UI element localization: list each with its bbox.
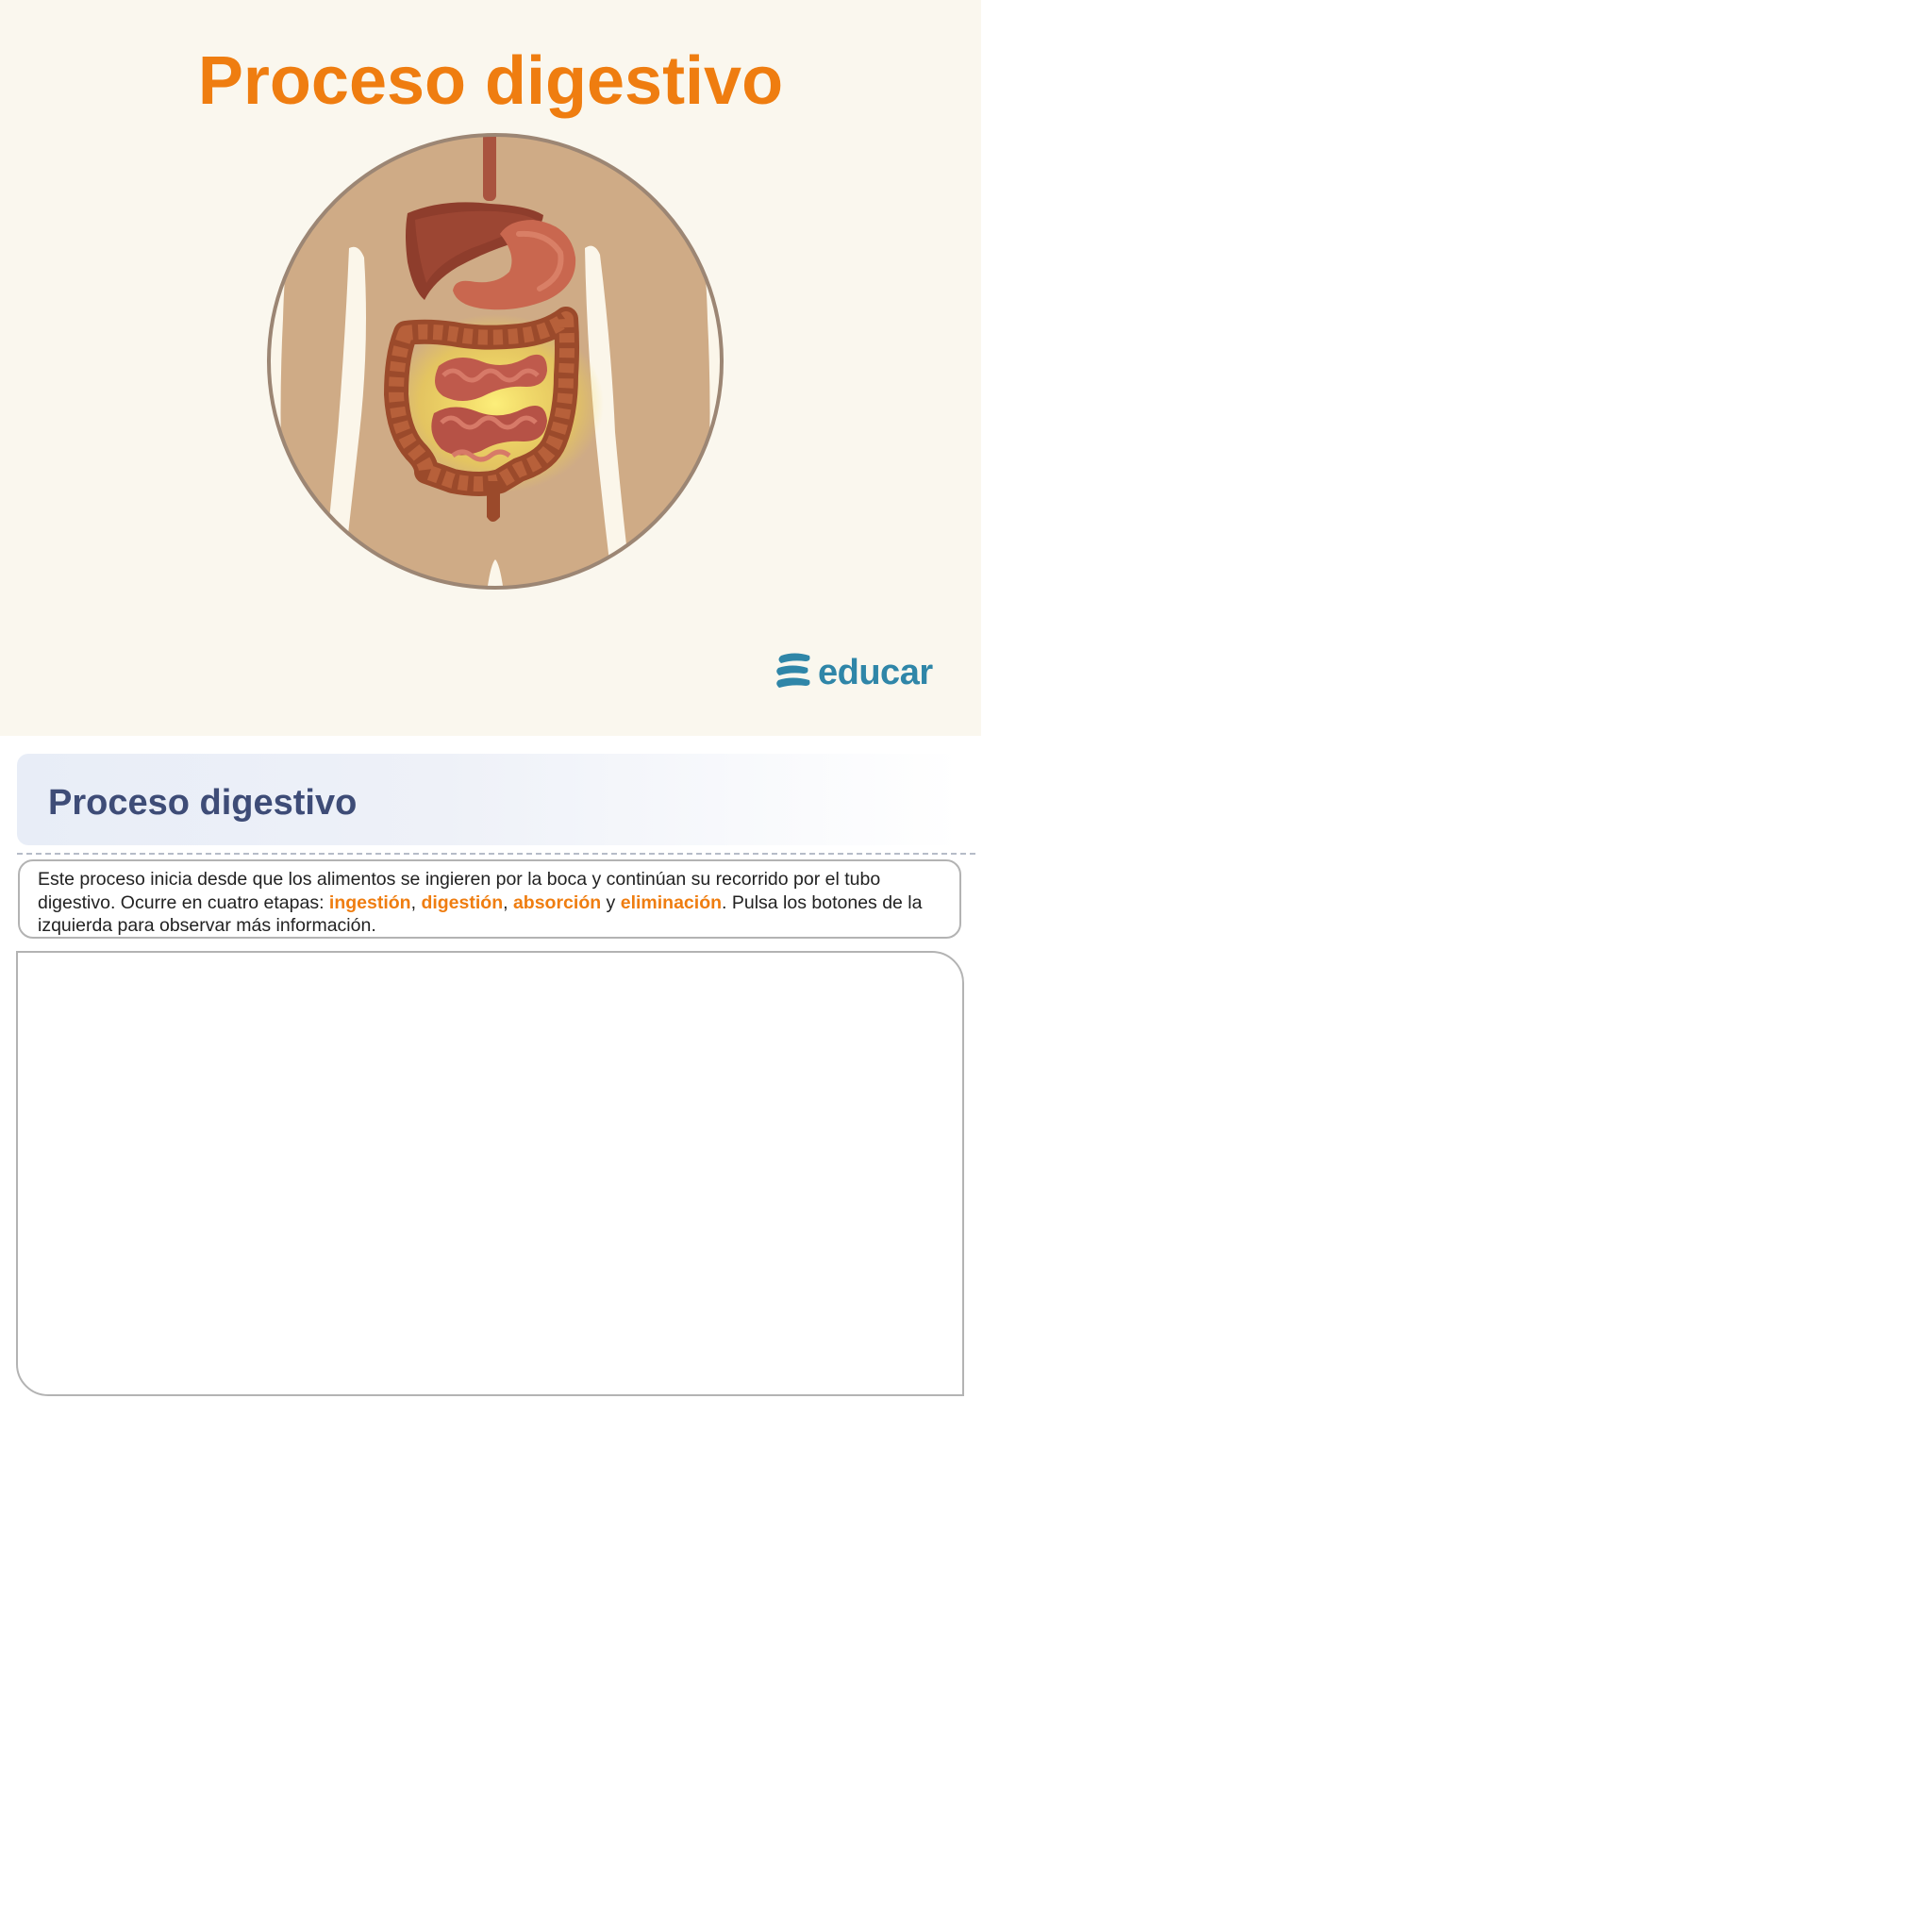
intro-separator: , [410,891,422,913]
stage-ingestion: ingestión [328,891,411,913]
stage-elimination: eliminación [620,891,723,913]
intro-text-box: Este proceso inicia desde que los alimen… [18,859,961,939]
stage-digestion: digestión [421,891,504,913]
section-title: Proceso digestivo [48,783,358,823]
educar-logo-text: educar [818,653,933,692]
intro-separator: y [601,891,621,913]
hero-title: Proceso digestivo [197,43,784,119]
educar-logo: educar [775,651,934,696]
educar-logo-icon [776,653,810,688]
divider [17,853,975,855]
hero-banner: Proceso digestivo educar [0,0,981,736]
digestive-system-illustration [267,133,724,590]
section-header: Proceso digestivo [17,754,960,845]
content-panel [16,951,964,1396]
stage-absorption: absorción [512,891,602,913]
intro-separator: , [503,891,513,913]
